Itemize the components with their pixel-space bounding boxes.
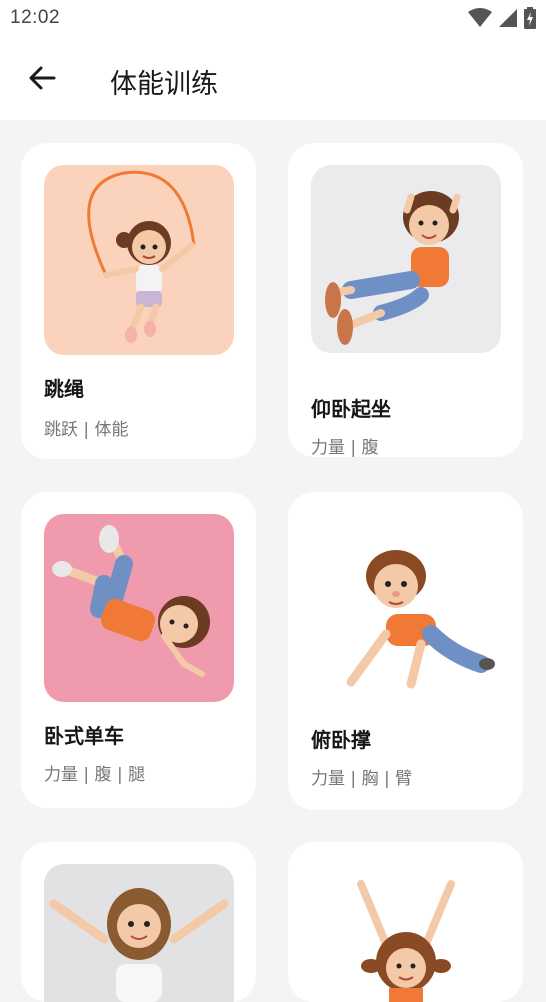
exercise-title: 跳绳 (44, 377, 84, 401)
exercise-card-bicycle-crunch[interactable]: 卧式单车 力量 | 腹 | 腿 (21, 492, 256, 808)
exercise-image-push-up (311, 514, 501, 704)
exercise-title: 仰卧起坐 (311, 397, 391, 421)
exercise-tags: 力量 | 腹 | 腿 (44, 765, 146, 785)
exercise-card-jump-rope[interactable]: 跳绳 跳跃 | 体能 (21, 143, 256, 459)
page-title: 体能训练 (110, 69, 218, 100)
status-bar: 12:02 (0, 0, 546, 38)
exercise-image-6 (311, 864, 501, 1002)
signal-icon (499, 9, 517, 27)
exercise-title: 俯卧撑 (311, 728, 371, 752)
exercise-card-push-up[interactable]: 俯卧撑 力量 | 胸 | 臂 (288, 492, 523, 810)
exercise-image-bicycle-crunch (44, 514, 234, 702)
exercise-image-5 (44, 864, 234, 1002)
exercise-tags: 跳跃 | 体能 (44, 420, 129, 440)
exercise-tags: 力量 | 胸 | 臂 (311, 769, 413, 789)
exercise-card-6[interactable] (288, 842, 523, 1002)
app-bar: 体能训练 (0, 38, 546, 120)
back-button[interactable] (22, 58, 62, 98)
exercise-card-5[interactable] (21, 842, 256, 1002)
wifi-icon (468, 8, 492, 27)
status-icons (468, 7, 536, 29)
status-time: 12:02 (10, 7, 61, 28)
exercise-image-sit-up (311, 165, 501, 353)
exercise-grid: 跳绳 跳跃 | 体能 仰卧起坐 力量 | 腹 卧式单车 力量 | 腹 | 腿 俯… (0, 120, 546, 1002)
exercise-title: 卧式单车 (44, 724, 124, 748)
exercise-tags: 力量 | 腹 (311, 438, 379, 458)
arrow-left-icon (29, 66, 56, 90)
exercise-card-sit-up[interactable]: 仰卧起坐 力量 | 腹 (288, 143, 523, 458)
exercise-image-jump-rope (44, 165, 234, 355)
battery-icon (524, 7, 536, 29)
